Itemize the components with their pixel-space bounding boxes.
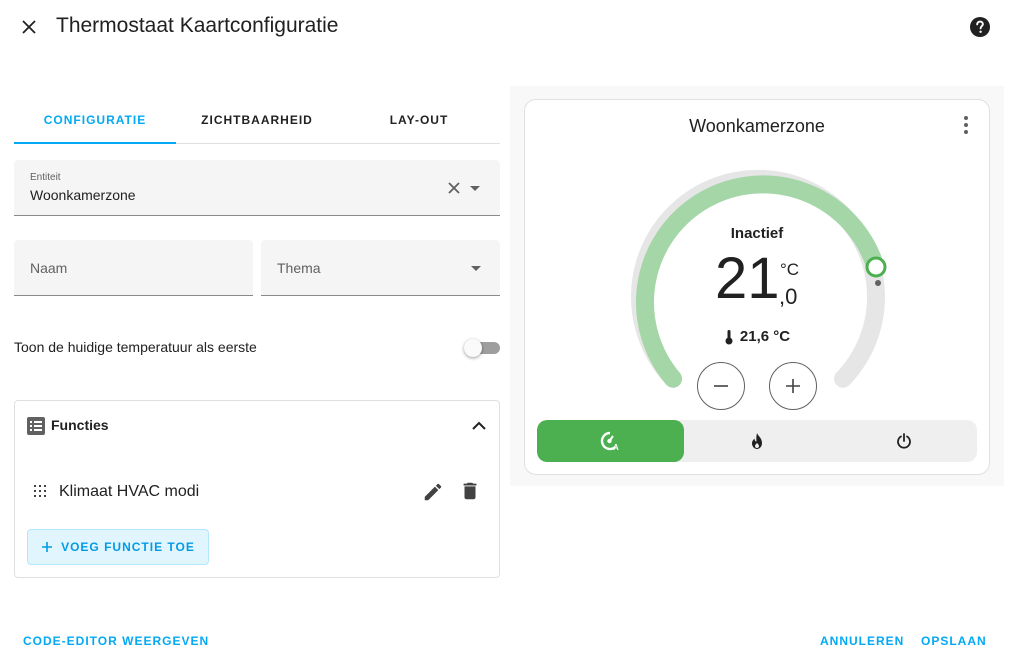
target-temperature-integer: 21	[715, 246, 780, 311]
dialog-title: Thermostaat Kaartconfiguratie	[56, 14, 339, 37]
name-field[interactable]: Naam	[14, 240, 253, 296]
fire-icon	[752, 433, 762, 449]
dropdown-arrow-icon[interactable]	[470, 186, 480, 191]
mode-heat-cool-button[interactable]: A	[537, 420, 684, 462]
features-panel: Functies Klimaat HVAC modi VOEG FUNCTIE …	[14, 400, 500, 578]
svg-text:A: A	[613, 443, 619, 451]
feature-item-name: Klimaat HVAC modi	[59, 483, 200, 500]
thermostat-card: Woonkamerzone Inactief 21 °C ,0 21,6 °C	[524, 99, 990, 475]
entity-field-label: Entiteit	[30, 172, 61, 183]
theme-select[interactable]: Thema	[261, 240, 500, 296]
target-temperature-unit: °C	[780, 260, 800, 279]
target-temperature-decimal: ,0	[779, 284, 798, 309]
dots-vertical-icon	[964, 116, 968, 134]
add-feature-label: VOEG FUNCTIE TOE	[61, 540, 195, 554]
save-button[interactable]: OPSLAAN	[921, 634, 987, 648]
power-icon	[896, 433, 911, 449]
clear-icon	[448, 182, 460, 194]
features-title: Functies	[51, 417, 109, 433]
tab-bar: CONFIGURATIE ZICHTBAARHEID LAY-OUT	[14, 96, 500, 144]
close-button[interactable]	[14, 12, 44, 42]
dial-current-marker	[875, 280, 881, 286]
plus-icon	[42, 542, 53, 552]
hvac-mode-selector: A	[537, 420, 977, 462]
plus-icon	[786, 379, 800, 393]
pencil-icon	[424, 483, 442, 501]
help-button[interactable]	[968, 15, 992, 39]
dial-target-handle	[865, 256, 887, 278]
current-temperature: 21,6 °C	[525, 328, 989, 345]
theme-field-placeholder: Thema	[277, 260, 321, 276]
mode-heat-button[interactable]	[684, 420, 831, 462]
entity-picker[interactable]: Entiteit Woonkamerzone	[14, 160, 500, 216]
card-title: Woonkamerzone	[689, 116, 825, 136]
clear-button[interactable]	[446, 180, 462, 196]
drag-handle-icon[interactable]	[33, 484, 47, 498]
dropdown-arrow-icon[interactable]	[471, 266, 481, 271]
mode-off-button[interactable]	[830, 420, 977, 462]
entity-field-value[interactable]: Woonkamerzone	[30, 187, 136, 203]
close-icon	[22, 20, 36, 34]
minus-icon	[714, 385, 728, 387]
increase-temperature-button[interactable]	[769, 362, 817, 410]
decrease-temperature-button[interactable]	[697, 362, 745, 410]
hvac-action-label: Inactief	[730, 225, 784, 242]
code-editor-button[interactable]: CODE-EDITOR WEERGEVEN	[23, 634, 209, 648]
add-feature-button[interactable]: VOEG FUNCTIE TOE	[27, 529, 209, 565]
tab-zichtbaarheid[interactable]: ZICHTBAARHEID	[176, 96, 338, 143]
card-menu-button[interactable]	[956, 114, 976, 136]
help-icon	[970, 17, 990, 37]
thermostat-auto-icon: A	[601, 431, 619, 451]
show-current-temp-toggle[interactable]	[464, 339, 500, 357]
tab-configuratie[interactable]: CONFIGURATIE	[14, 96, 176, 144]
thermometer-icon	[725, 329, 733, 344]
cancel-button[interactable]: ANNULEREN	[820, 634, 904, 648]
chevron-up-icon	[472, 421, 486, 430]
show-current-temp-label: Toon de huidige temperatuur als eerste	[14, 339, 257, 355]
delete-feature-button[interactable]	[459, 480, 481, 502]
name-field-placeholder: Naam	[30, 260, 68, 276]
toggle-thumb	[464, 339, 482, 357]
collapse-button[interactable]	[470, 417, 488, 435]
list-icon	[26, 416, 46, 436]
current-temperature-value: 21,6 °C	[739, 328, 791, 345]
tab-lay-out[interactable]: LAY-OUT	[338, 96, 500, 143]
edit-feature-button[interactable]	[422, 481, 444, 503]
trash-icon	[463, 482, 477, 500]
